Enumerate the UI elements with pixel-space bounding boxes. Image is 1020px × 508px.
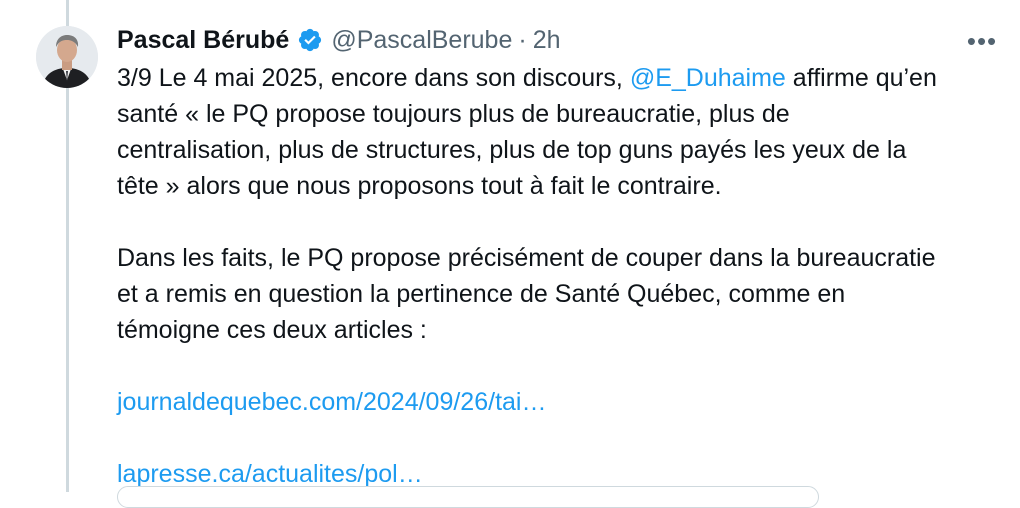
author-handle[interactable]: @PascalBerube (331, 26, 512, 55)
link-card-preview[interactable] (117, 486, 819, 508)
article-link-lapresse[interactable]: lapresse.ca/actualites/pol… (117, 460, 423, 488)
tweet-text-segment: affirme qu’en (785, 64, 937, 92)
separator-dot: · (518, 25, 527, 54)
avatar[interactable] (36, 26, 98, 88)
tweet-line: et a remis en question la pertinence de … (117, 280, 846, 308)
tweet-line: tête » alors que nous proposons tout à f… (117, 172, 722, 200)
tweet-line: centralisation, plus de structures, plus… (117, 136, 907, 164)
link-line: journaldequebec.com/2024/09/26/tai… (117, 384, 997, 420)
tweet-line: santé « le PQ propose toujours plus de b… (117, 100, 790, 128)
article-link-journaldequebec[interactable]: journaldequebec.com/2024/09/26/tai… (117, 388, 546, 416)
tweet-body: 3/9 Le 4 mai 2025, encore dans son disco… (117, 60, 997, 492)
more-options-icon[interactable]: ••• (960, 24, 1004, 58)
tweet-line: 3/9 Le 4 mai 2025, encore dans son disco… (117, 60, 997, 96)
author-name[interactable]: Pascal Bérubé (117, 26, 289, 55)
tweet-line: Dans les faits, le PQ propose précisémen… (117, 244, 936, 272)
tweet-timestamp[interactable]: 2h (533, 26, 561, 55)
verified-badge-icon (297, 27, 323, 53)
tweet-text-segment: 3/9 Le 4 mai 2025, encore dans son disco… (117, 64, 630, 92)
tweet-header: Pascal Bérubé @PascalBerube · 2h (117, 22, 561, 58)
avatar-photo (36, 26, 98, 88)
tweet-line: témoigne ces deux articles : (117, 316, 427, 344)
mention-link[interactable]: @E_Duhaime (630, 64, 786, 92)
